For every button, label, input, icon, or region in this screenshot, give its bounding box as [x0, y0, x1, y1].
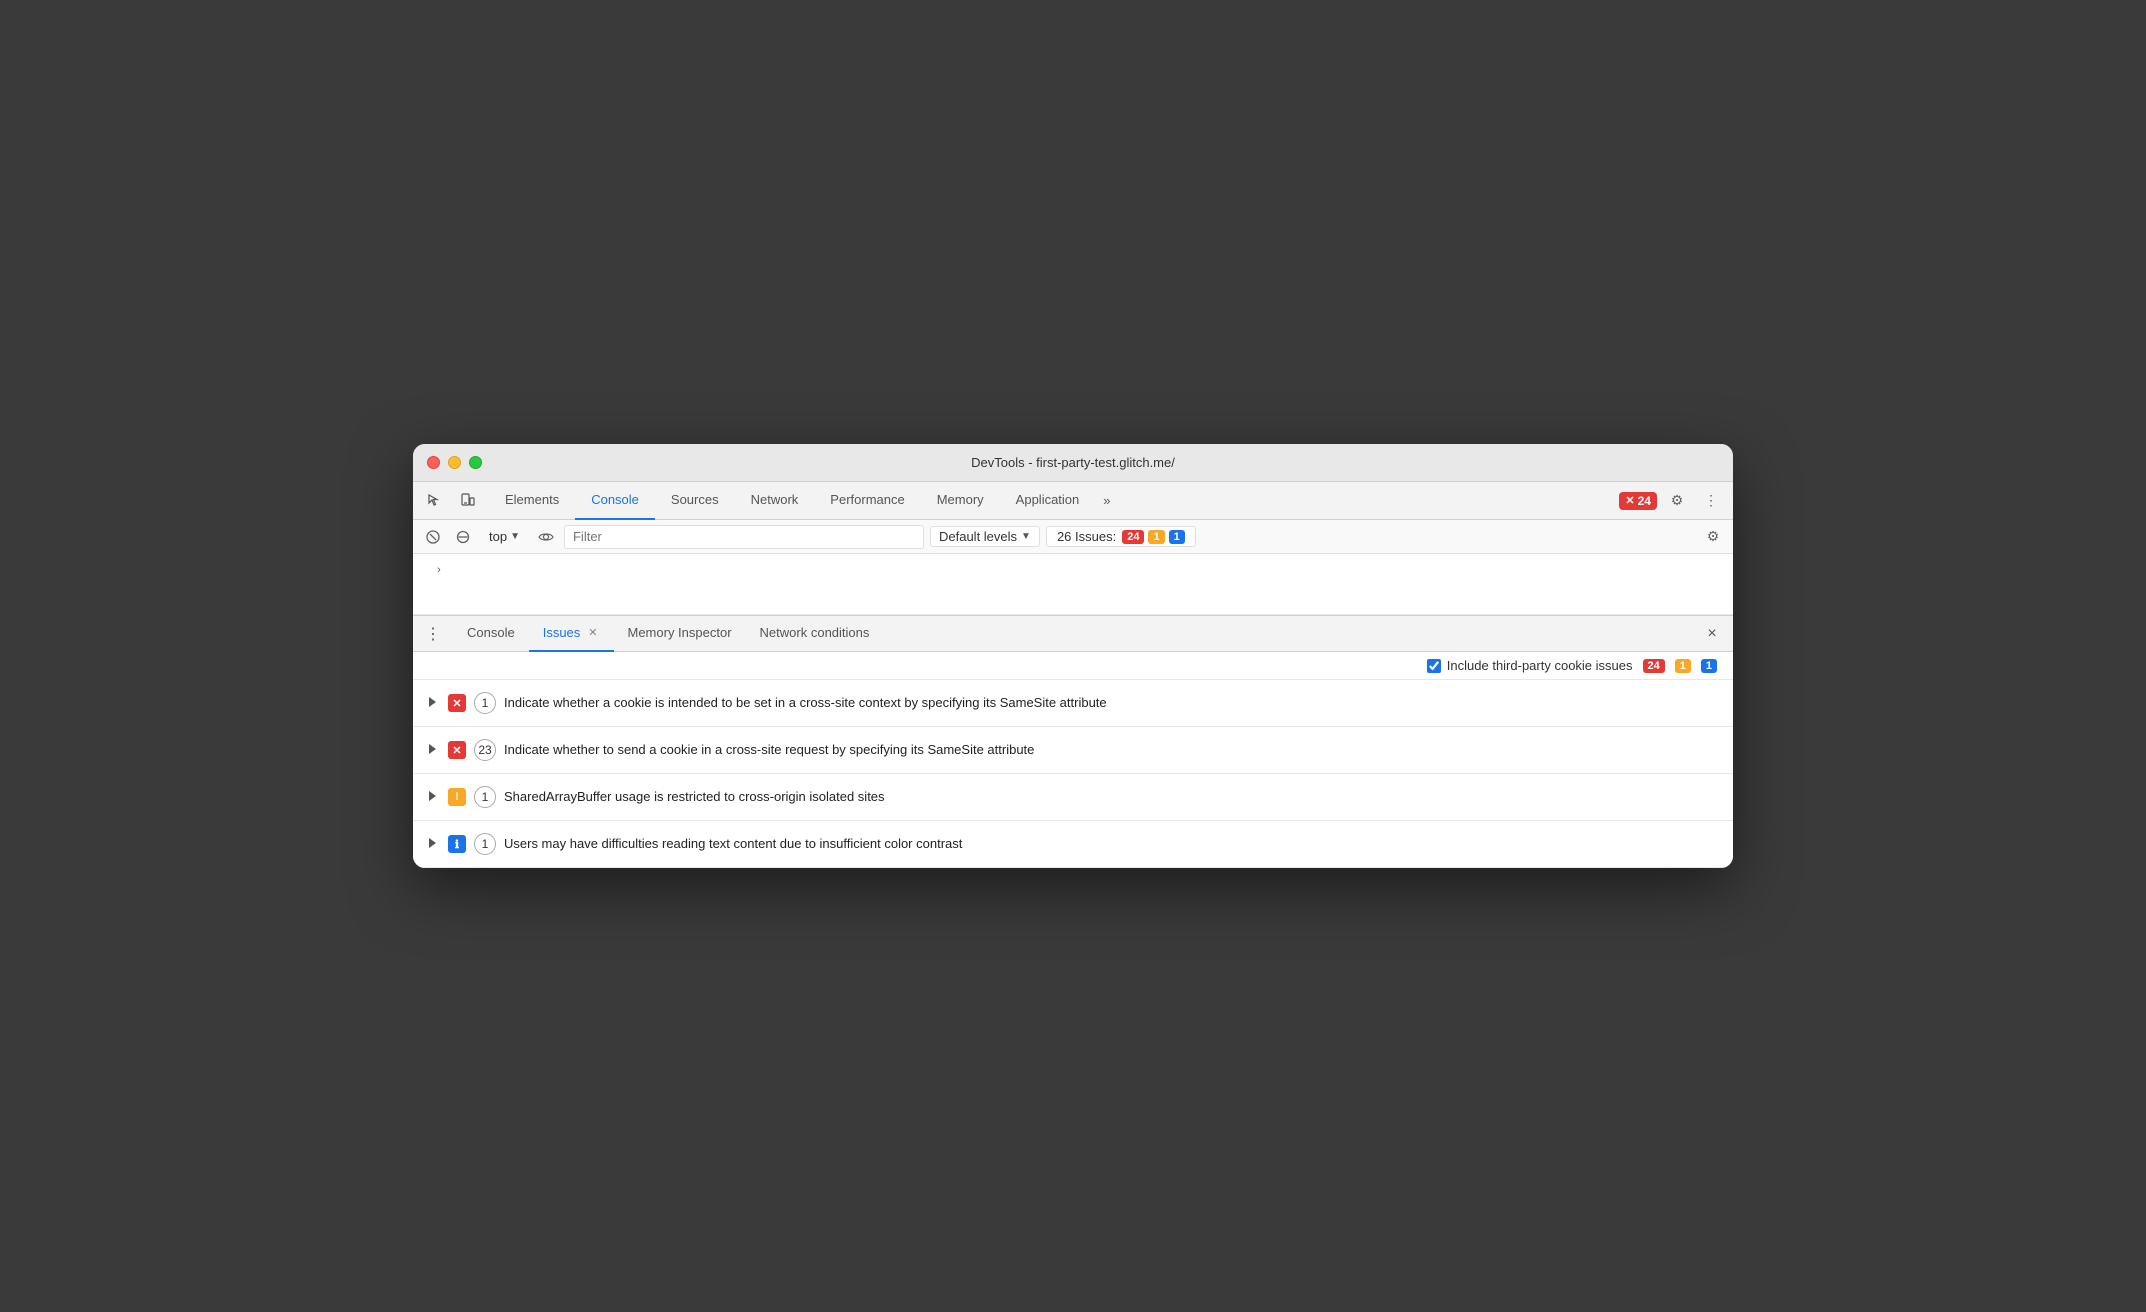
issue-type-icon-3: ℹ	[448, 835, 466, 853]
minimize-button[interactable]	[448, 456, 461, 469]
issue-count-1: 23	[474, 739, 496, 761]
error-count-badge: 24	[1122, 530, 1144, 544]
console-toolbar: top ▼ Default levels ▼ 26 Issues: 24 1 1…	[413, 520, 1733, 554]
issues-badge[interactable]: ✕ 24	[1619, 492, 1657, 510]
filter-input[interactable]	[564, 525, 924, 549]
tab-network[interactable]: Network	[735, 482, 815, 520]
close-bottom-panel-button[interactable]: ×	[1699, 621, 1725, 647]
bottom-tab-issues[interactable]: Issues ✕	[529, 616, 614, 652]
bottom-tab-bar: ⋮ Console Issues ✕ Memory Inspector Netw…	[413, 616, 1733, 652]
issue-count-2: 1	[474, 786, 496, 808]
more-options-button[interactable]: ⋮	[1697, 487, 1725, 515]
bottom-panel: ⋮ Console Issues ✕ Memory Inspector Netw…	[413, 615, 1733, 868]
close-button[interactable]	[427, 456, 440, 469]
issue-text-1: Indicate whether to send a cookie in a c…	[504, 741, 1034, 759]
info-count-badge: 1	[1169, 530, 1185, 544]
issue-item-2[interactable]: ! 1 SharedArrayBuffer usage is restricte…	[413, 774, 1733, 821]
close-issues-tab[interactable]: ✕	[586, 624, 599, 641]
console-expand-row[interactable]: ›	[413, 554, 1733, 586]
context-selector[interactable]: top ▼	[481, 527, 528, 546]
bottom-tab-network-conditions[interactable]: Network conditions	[746, 616, 884, 652]
issues-warning-badge: 1	[1675, 659, 1691, 673]
dropdown-arrow: ▼	[510, 531, 520, 542]
issues-count-bar[interactable]: 26 Issues: 24 1 1	[1046, 526, 1196, 547]
device-toolbar-button[interactable]	[453, 487, 481, 515]
issue-text-0: Indicate whether a cookie is intended to…	[504, 694, 1107, 712]
issues-error-badge: 24	[1643, 659, 1665, 673]
issue-count-0: 1	[474, 692, 496, 714]
issues-error-icon: ✕	[1625, 494, 1634, 507]
devtools-window: DevTools - first-party-test.glitch.me/ E…	[413, 444, 1733, 868]
block-urls-button[interactable]	[451, 525, 475, 549]
issues-content: Include third-party cookie issues 24 1 1…	[413, 652, 1733, 868]
tab-sources[interactable]: Sources	[655, 482, 735, 520]
issues-toolbar: Include third-party cookie issues 24 1 1	[413, 652, 1733, 680]
maximize-button[interactable]	[469, 456, 482, 469]
console-settings-button[interactable]: ⚙	[1701, 525, 1725, 549]
third-party-checkbox-label[interactable]: Include third-party cookie issues	[1427, 658, 1633, 673]
traffic-lights	[427, 456, 482, 469]
toolbar-icons	[421, 487, 481, 515]
issues-info-badge: 1	[1701, 659, 1717, 673]
tab-right-icons: ✕ 24 ⚙ ⋮	[1619, 487, 1725, 515]
tab-application[interactable]: Application	[1000, 482, 1096, 520]
eye-button[interactable]	[534, 525, 558, 549]
bottom-panel-menu[interactable]: ⋮	[421, 622, 445, 646]
devtools-tab-bar: Elements Console Sources Network Perform…	[413, 482, 1733, 520]
issue-type-icon-1: ✕	[448, 741, 466, 759]
tab-console[interactable]: Console	[575, 482, 655, 520]
settings-button[interactable]: ⚙	[1663, 487, 1691, 515]
expand-chevron: ›	[429, 560, 449, 580]
issue-text-2: SharedArrayBuffer usage is restricted to…	[504, 788, 885, 806]
levels-dropdown-arrow: ▼	[1021, 531, 1031, 542]
expand-icon-3[interactable]	[429, 838, 436, 851]
tab-performance[interactable]: Performance	[814, 482, 920, 520]
tab-memory[interactable]: Memory	[921, 482, 1000, 520]
tab-elements[interactable]: Elements	[489, 482, 575, 520]
bottom-tab-console[interactable]: Console	[453, 616, 529, 652]
log-levels-dropdown[interactable]: Default levels ▼	[930, 526, 1040, 547]
issue-item-1[interactable]: ✕ 23 Indicate whether to send a cookie i…	[413, 727, 1733, 774]
more-tabs-button[interactable]: »	[1095, 482, 1118, 520]
window-title: DevTools - first-party-test.glitch.me/	[971, 455, 1175, 470]
clear-console-button[interactable]	[421, 525, 445, 549]
console-content: ›	[413, 554, 1733, 614]
issue-type-icon-2: !	[448, 788, 466, 806]
expand-icon-0[interactable]	[429, 697, 436, 710]
inspect-element-button[interactable]	[421, 487, 449, 515]
expand-icon-2[interactable]	[429, 791, 436, 804]
issue-type-icon-0: ✕	[448, 694, 466, 712]
issue-count-3: 1	[474, 833, 496, 855]
issue-text-3: Users may have difficulties reading text…	[504, 835, 962, 853]
bottom-tab-memory-inspector[interactable]: Memory Inspector	[614, 616, 746, 652]
expand-icon-1[interactable]	[429, 744, 436, 757]
third-party-checkbox[interactable]	[1427, 659, 1441, 673]
warning-count-badge: 1	[1148, 530, 1164, 544]
titlebar: DevTools - first-party-test.glitch.me/	[413, 444, 1733, 482]
issue-item-0[interactable]: ✕ 1 Indicate whether a cookie is intende…	[413, 680, 1733, 727]
issue-item-3[interactable]: ℹ 1 Users may have difficulties reading …	[413, 821, 1733, 868]
